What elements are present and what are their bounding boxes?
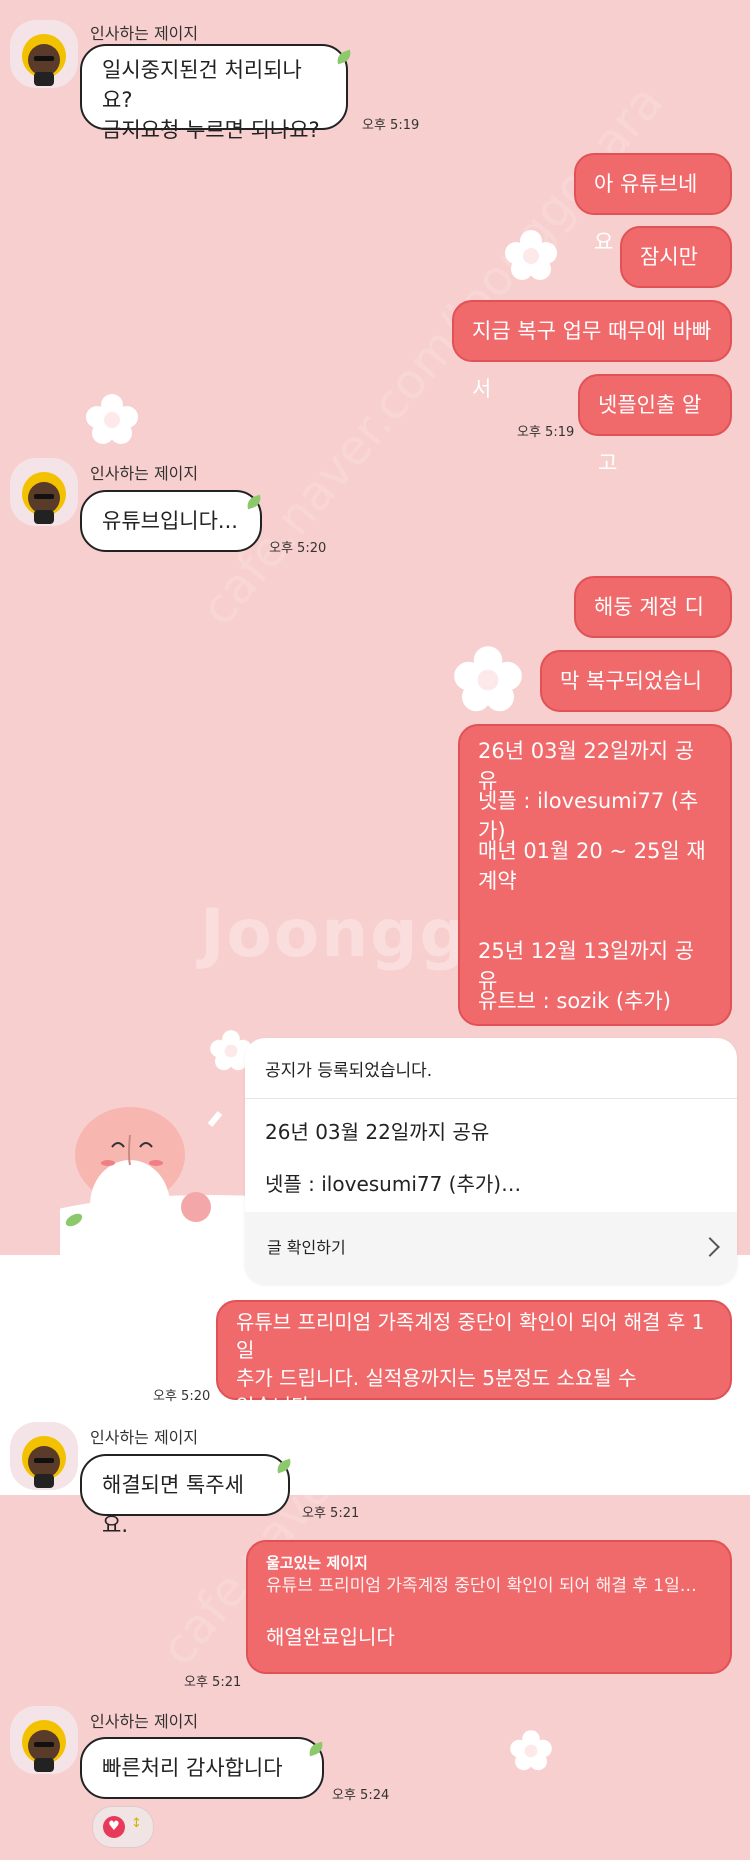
notice-line: 넷플 : ilovesumi77 (추가)… bbox=[265, 1172, 522, 1196]
message-text: 금지요청 누르면 되나요? bbox=[102, 118, 320, 142]
jay-g-character-icon bbox=[22, 1720, 66, 1772]
message-bubble-received[interactable]: 유튜브입니다... bbox=[80, 490, 262, 552]
up-down-icon: ↕ bbox=[131, 1816, 142, 1831]
message-text: 넷플인출 알고 bbox=[598, 393, 702, 475]
sender-name: 인사하는 제이지 bbox=[90, 464, 199, 483]
message-text: 유트브 : sozik (추가) bbox=[478, 989, 671, 1013]
message-text: 해열완료입니다 bbox=[266, 1625, 395, 1649]
message-text: 25년 12월 13일까지 공유 bbox=[478, 939, 695, 993]
jay-g-character-icon bbox=[22, 472, 66, 524]
message-bubble-sent-reply[interactable]: 울고있는 제이지 유튜브 프리미엄 가족계정 중단이 확인이 되어 해결 후 1… bbox=[246, 1540, 732, 1674]
message-text: 넷플 : ilovesumi77 (추가) bbox=[478, 789, 699, 843]
message-bubble-sent[interactable]: 잠시만요 bbox=[620, 226, 732, 327]
flower-decoration-icon bbox=[86, 394, 138, 446]
message-bubble-received[interactable]: 빠른처리 감사합니다 ~ bbox=[80, 1737, 324, 1820]
sender-name: 인사하는 제이지 bbox=[90, 1428, 199, 1447]
flower-decoration-icon bbox=[454, 646, 522, 714]
message-bubble-sent[interactable]: 유튜브 프리미엄 가족계정 중단이 확인이 되어 해결 후 1일 추가 드립니다… bbox=[216, 1300, 732, 1418]
message-text: 일시중지된건 처리되나요? bbox=[102, 58, 302, 112]
message-bubble-sent[interactable]: 넷플인출 알고 bbox=[578, 374, 732, 475]
notice-card[interactable]: 공지가 등록되었습니다. 26년 03월 22일까지 공유 넷플 : ilove… bbox=[245, 1038, 737, 1284]
message-timestamp: 오후 5:20 bbox=[269, 541, 327, 556]
message-text: 추가 드립니다. 실적용까지는 5분정도 소요될 수 bbox=[236, 1366, 637, 1390]
message-bubble-sent[interactable]: 해둥 계정 디그 bbox=[574, 576, 732, 677]
jay-g-character-icon bbox=[22, 1436, 66, 1488]
avatar[interactable] bbox=[10, 20, 78, 88]
message-timestamp: 오후 5:20 bbox=[153, 1389, 211, 1404]
message-timestamp: 오후 5:21 bbox=[302, 1506, 360, 1521]
peach-character-illustration bbox=[60, 1107, 260, 1265]
avatar[interactable] bbox=[10, 458, 78, 526]
avatar[interactable] bbox=[10, 1422, 78, 1490]
view-post-link[interactable]: 글 확인하기 bbox=[267, 1234, 346, 1258]
message-text: 매년 01월 20 ~ 25일 재계약 bbox=[478, 839, 706, 893]
message-bubble-sent[interactable]: 26년 03월 22일까지 공유 넷플 : ilovesumi77 (추가) 매… bbox=[458, 724, 732, 1026]
message-timestamp: 오후 5:19 bbox=[362, 118, 420, 133]
avatar[interactable] bbox=[10, 1706, 78, 1774]
reaction-chip[interactable]: ♥ ↕ bbox=[92, 1806, 154, 1848]
jay-g-character-icon bbox=[22, 34, 66, 86]
message-timestamp: 오후 5:19 bbox=[517, 425, 575, 440]
reply-quote-text: 유튜브 프리미엄 가족계정 중단이 확인이 되어 해결 후 1일… bbox=[266, 1576, 697, 1596]
reply-target-name: 울고있는 제이지 bbox=[266, 1554, 368, 1572]
message-text: 유튜브입니다... bbox=[102, 509, 238, 533]
sender-name: 인사하는 제이지 bbox=[90, 1712, 199, 1731]
notice-header: 공지가 등록되었습니다. bbox=[265, 1061, 433, 1081]
flower-decoration-icon bbox=[510, 1730, 552, 1772]
flower-decoration-icon bbox=[505, 230, 557, 282]
message-bubble-received[interactable]: 일시중지된건 처리되나요? 금지요청 누르면 되나요? bbox=[80, 44, 348, 142]
message-bubble-sent[interactable]: 아 유튜브네요 bbox=[574, 153, 732, 254]
divider bbox=[245, 1098, 737, 1099]
message-timestamp: 오후 5:24 bbox=[332, 1788, 390, 1803]
message-text: 유튜브 프리미엄 가족계정 중단이 확인이 되어 해결 후 1일 bbox=[236, 1310, 705, 1362]
message-timestamp: 오후 5:21 bbox=[184, 1675, 242, 1690]
heart-icon: ♥ bbox=[103, 1816, 125, 1838]
message-bubble-received[interactable]: 해결되면 톡주세요. bbox=[80, 1454, 290, 1537]
message-text: 26년 03월 22일까지 공유 bbox=[478, 739, 695, 793]
message-text: 있습니다. bbox=[236, 1394, 316, 1418]
message-bubble-sent[interactable]: 막 복구되었습니다 bbox=[540, 650, 732, 751]
message-bubble-sent[interactable]: 지금 복구 업무 때무에 바빠서 bbox=[452, 300, 732, 401]
notice-line: 26년 03월 22일까지 공유 bbox=[265, 1120, 490, 1144]
sender-name: 인사하는 제이지 bbox=[90, 24, 199, 43]
